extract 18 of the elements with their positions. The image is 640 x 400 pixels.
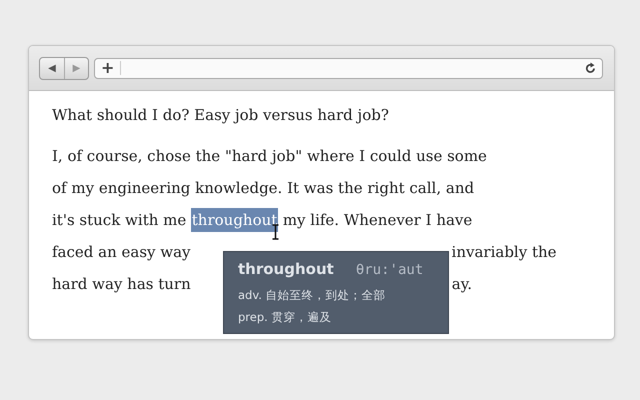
paragraph-text: hard way has turn xyxy=(52,274,191,295)
paragraph-text: it's stuck with me xyxy=(52,210,186,231)
phonetic: θru:'aut xyxy=(356,262,424,278)
selected-word[interactable]: throughout xyxy=(190,208,278,232)
paragraph-text: I, of course, chose the "hard job" where I could use some xyxy=(52,146,487,167)
definition: adv. 自始至终，到处；全部 xyxy=(238,287,387,304)
add-button[interactable]: + xyxy=(101,60,114,76)
paragraph-text: ay. xyxy=(452,274,472,295)
popup-word: throughout xyxy=(238,260,334,278)
definition: prep. 贯穿，遍及 xyxy=(238,309,332,326)
reload-icon[interactable] xyxy=(585,62,596,74)
heading: What should I do? Easy job versus hard job? xyxy=(52,105,389,126)
paragraph-text: invariably the xyxy=(452,242,557,263)
paragraph-text: of my engineering knowledge. It was the right call, and xyxy=(52,178,474,199)
paragraph-text: faced an easy way xyxy=(52,242,191,263)
address-bar[interactable]: + xyxy=(94,58,603,78)
paragraph-text: my life. Whenever I have xyxy=(282,210,472,231)
back-button[interactable]: ◀ xyxy=(40,58,64,78)
